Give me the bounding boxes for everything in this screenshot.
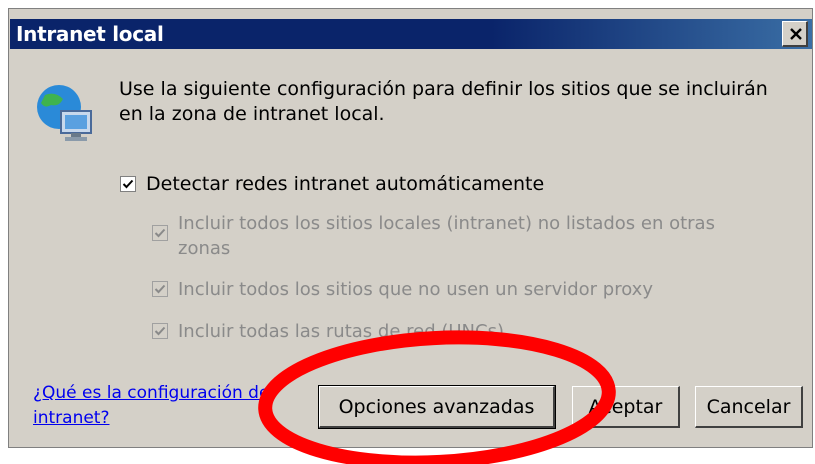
- option-unc-paths: Incluir todas las rutas de red (UNCs): [152, 319, 504, 344]
- label-local-sites: Incluir todos los sitios locales (intran…: [178, 213, 715, 259]
- ok-button[interactable]: Aceptar: [572, 386, 680, 428]
- close-icon: [790, 28, 802, 40]
- label-unc-paths: Incluir todas las rutas de red (UNCs): [178, 321, 504, 342]
- close-button[interactable]: [782, 21, 808, 47]
- title-bar: Intranet local: [10, 19, 812, 49]
- window-title: Intranet local: [16, 22, 164, 46]
- description-text: Use la siguiente configuración para defi…: [119, 78, 768, 125]
- checkbox-local-sites: [152, 225, 168, 241]
- cancel-button[interactable]: Cancelar: [695, 386, 803, 428]
- option-no-proxy: Incluir todos los sitios que no usen un …: [152, 277, 653, 302]
- intranet-local-dialog: Intranet local Use la siguiente configur…: [8, 8, 813, 448]
- advanced-options-button[interactable]: Opciones avanzadas: [318, 385, 556, 429]
- option-detect-intranet[interactable]: Detectar redes intranet automáticamente: [120, 172, 544, 197]
- help-link-intranet[interactable]: ¿Qué es la configuración de intranet?: [33, 381, 273, 431]
- checkbox-detect-intranet[interactable]: [120, 176, 136, 192]
- label-no-proxy: Incluir todos los sitios que no usen un …: [178, 279, 653, 300]
- checkbox-no-proxy: [152, 281, 168, 297]
- label-detect-intranet: Detectar redes intranet automáticamente: [146, 173, 545, 195]
- checkbox-unc-paths: [152, 323, 168, 339]
- network-globe-icon: [37, 85, 92, 141]
- option-local-sites: Incluir todos los sitios locales (intran…: [152, 211, 772, 261]
